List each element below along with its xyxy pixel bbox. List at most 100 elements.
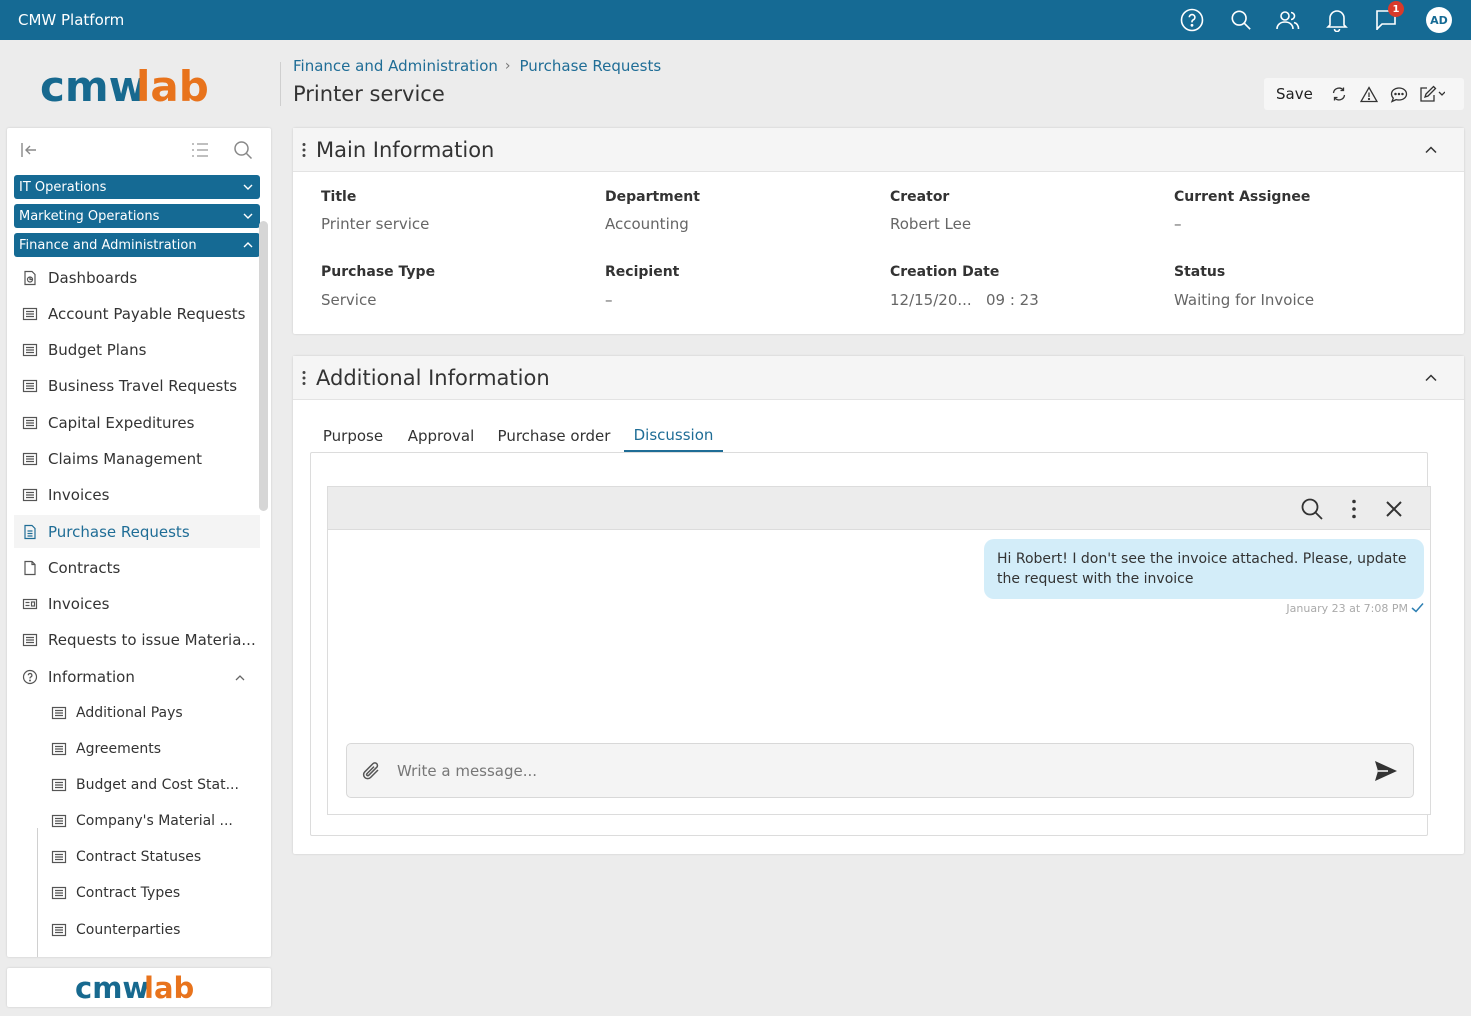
search-icon[interactable] — [1227, 6, 1255, 34]
sidebar-item-label: Claims Management — [48, 449, 203, 468]
main-information-header[interactable]: Main Information — [293, 128, 1464, 172]
bell-icon[interactable] — [1323, 6, 1351, 34]
sidebar-item-account-payable-requests[interactable]: Account Payable Requests — [14, 297, 260, 330]
sidebar-group-it-operations[interactable]: IT Operations — [14, 175, 260, 199]
field-value-recipient[interactable]: – — [605, 291, 613, 309]
sidebar-subitem-counterparties[interactable]: Counterparties — [37, 913, 257, 946]
field-label-purchase-type: Purchase Type — [321, 264, 436, 280]
tab-purchase-order[interactable]: Purchase order — [492, 420, 616, 452]
chat-message-bubble[interactable]: Hi Robert! I don't see the invoice attac… — [984, 539, 1424, 599]
comment-icon[interactable] — [1389, 84, 1409, 104]
tab-discussion[interactable]: Discussion — [624, 420, 723, 452]
list-icon — [51, 742, 67, 755]
warning-icon[interactable] — [1359, 84, 1379, 104]
message-input[interactable] — [397, 757, 1347, 785]
field-value-creator[interactable]: Robert Lee — [890, 215, 971, 233]
sidebar-group-label: Marketing Operations — [19, 208, 160, 224]
sidebar-subitem-label: Budget and Cost Stat... — [76, 776, 239, 793]
read-check-icon — [1411, 602, 1424, 613]
list-icon — [22, 633, 38, 646]
page-title: Printer service — [293, 82, 445, 106]
collapse-chevron-icon[interactable] — [1424, 143, 1438, 157]
sidebar-item-label: Budget Plans — [48, 340, 147, 359]
sidebar-item-invoices[interactable]: Invoices — [14, 478, 260, 511]
app-title[interactable]: CMW Platform — [18, 11, 124, 29]
sidebar-search-icon[interactable] — [233, 140, 253, 160]
chevron-up-icon[interactable] — [234, 672, 246, 684]
sidebar-group-finance-administration[interactable]: Finance and Administration — [14, 233, 260, 257]
sidebar-item-business-travel-requests[interactable]: Business Travel Requests — [14, 369, 260, 402]
field-value-status[interactable]: Waiting for Invoice — [1174, 291, 1314, 309]
edit-dropdown-icon[interactable] — [1419, 84, 1445, 104]
drag-handle-icon[interactable] — [302, 370, 306, 386]
attach-paperclip-icon[interactable] — [361, 760, 383, 784]
sidebar-group-label: IT Operations — [19, 179, 107, 195]
tab-purpose[interactable]: Purpose — [313, 420, 393, 452]
list-icon — [22, 343, 38, 356]
footer-logo[interactable]: cmw lab — [7, 968, 271, 1007]
send-icon[interactable] — [1373, 759, 1399, 783]
sidebar-item-invoices-2[interactable]: Invoices — [14, 587, 260, 620]
additional-information-header[interactable]: Additional Information — [293, 356, 1464, 400]
sidebar-item-information[interactable]: Information — [14, 660, 260, 693]
record-toolbar: Save — [1264, 78, 1464, 110]
sidebar-subitem-label: Agreements — [76, 740, 162, 757]
sidebar-subitem-additional-pays[interactable]: Additional Pays — [37, 696, 257, 729]
save-button[interactable]: Save — [1276, 85, 1313, 103]
sidebar-item-claims-management[interactable]: Claims Management — [14, 442, 260, 475]
list-icon — [51, 706, 67, 719]
avatar[interactable]: AD — [1426, 7, 1452, 33]
sidebar-subitem-contract-statuses[interactable]: Contract Statuses — [37, 840, 257, 873]
sidebar-item-contracts[interactable]: Contracts — [14, 551, 260, 584]
discussion-search-icon[interactable] — [1300, 497, 1324, 521]
breadcrumb-finance[interactable]: Finance and Administration — [293, 57, 498, 75]
sidebar-item-budget-plans[interactable]: Budget Plans — [14, 333, 260, 366]
collapse-sidebar-icon[interactable] — [19, 140, 39, 160]
sidebar-item-purchase-requests[interactable]: Purchase Requests — [14, 515, 260, 548]
message-timestamp: January 23 at 7:08 PM — [1286, 602, 1408, 615]
sidebar-item-label: Capital Expeditures — [48, 413, 195, 432]
list-icon — [22, 416, 38, 429]
field-label-current-assignee: Current Assignee — [1174, 189, 1311, 205]
sidebar-item-requests-to-issue-materials[interactable]: Requests to issue Materia... — [14, 623, 260, 656]
field-label-recipient: Recipient — [605, 264, 680, 280]
sidebar-subitem-budget-and-cost[interactable]: Budget and Cost Stat... — [37, 768, 257, 801]
chevron-down-icon — [242, 181, 254, 193]
close-icon[interactable] — [1382, 497, 1406, 521]
sidebar-item-label: Account Payable Requests — [48, 304, 246, 323]
tab-approval[interactable]: Approval — [401, 420, 481, 452]
collapse-chevron-icon[interactable] — [1424, 371, 1438, 385]
sidebar-subitem-agreements[interactable]: Agreements — [37, 732, 257, 765]
field-value-title[interactable]: Printer service — [321, 215, 429, 233]
field-value-creation-date[interactable]: 12/15/20... 09 : 23 — [890, 291, 1039, 309]
sidebar-scrollbar[interactable] — [259, 221, 268, 511]
field-value-purchase-type[interactable]: Service — [321, 291, 376, 309]
help-icon[interactable] — [1178, 6, 1206, 34]
field-label-creation-date: Creation Date — [890, 264, 1000, 280]
discussion-toolbar — [328, 487, 1430, 530]
list-view-icon[interactable] — [190, 140, 210, 160]
breadcrumb-purchase-requests[interactable]: Purchase Requests — [520, 57, 662, 75]
help-circle-icon — [22, 669, 38, 684]
sidebar-subitem-company-material[interactable]: Company's Material ... — [37, 804, 257, 837]
refresh-icon[interactable] — [1329, 84, 1349, 104]
more-options-icon[interactable] — [1342, 497, 1366, 521]
users-icon[interactable] — [1274, 6, 1302, 34]
card-icon — [22, 598, 38, 609]
sidebar-subitem-contract-types[interactable]: Contract Types — [37, 876, 257, 909]
field-label-status: Status — [1174, 264, 1226, 280]
sidebar-subitem-label: Contract Types — [76, 884, 181, 901]
sidebar-item-dashboards[interactable]: Dashboards — [14, 261, 260, 294]
sidebar-group-marketing-operations[interactable]: Marketing Operations — [14, 204, 260, 228]
sidebar-group-label: Finance and Administration — [19, 237, 197, 253]
drag-handle-icon[interactable] — [302, 142, 306, 158]
cmw-lab-logo[interactable]: cmw lab — [40, 60, 240, 110]
chat-flag-icon[interactable]: 1 — [1372, 1, 1404, 34]
field-value-department[interactable]: Accounting — [605, 215, 689, 233]
sidebar-item-label: Contracts — [48, 558, 121, 577]
field-label-creator: Creator — [890, 189, 950, 205]
sidebar-subitem-label: Additional Pays — [76, 704, 183, 721]
sidebar-item-capital-expeditures[interactable]: Capital Expeditures — [14, 406, 260, 439]
sidebar-item-label: Purchase Requests — [48, 522, 190, 541]
field-value-current-assignee[interactable]: – — [1174, 215, 1182, 233]
